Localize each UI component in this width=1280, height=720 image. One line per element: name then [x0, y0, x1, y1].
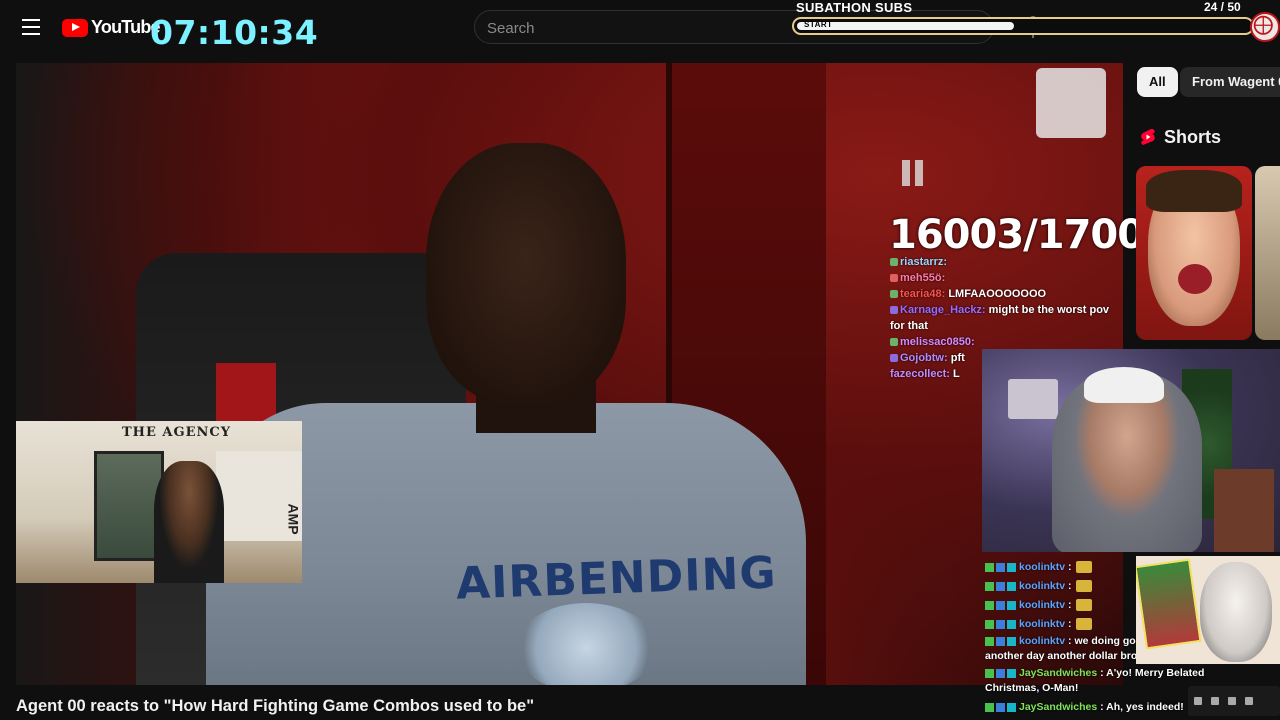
- emote-icon: [1075, 561, 1092, 574]
- chat-username: fazecollect:: [890, 368, 950, 380]
- webcam-right-cabinet: [1214, 469, 1274, 552]
- chat-separator: :: [1068, 580, 1072, 592]
- chat-separator: :: [1068, 599, 1072, 611]
- chat-line: tearia48: LMFAAOOOOOOO: [890, 286, 1122, 302]
- short-card[interactable]: [1255, 166, 1280, 340]
- chat-badge-icon: [985, 600, 994, 610]
- chat-username: tearia48:: [900, 288, 946, 300]
- short-thumbnail-hair: [1146, 170, 1242, 212]
- chat-badge-icon: [996, 702, 1005, 712]
- chat-badge-icon: [985, 636, 994, 646]
- chat-username: JaySandwiches: [1019, 667, 1098, 679]
- chat-badge-icon: [1007, 581, 1016, 591]
- chat-message: L: [952, 368, 960, 380]
- chat-badge-icon: [1007, 668, 1016, 678]
- chat-line: riastarrz:: [890, 254, 1122, 270]
- mini-player-controls[interactable]: [1188, 686, 1280, 716]
- chat-badge-icon: [1007, 619, 1016, 629]
- shirt-logo: [516, 603, 656, 685]
- short-card[interactable]: [1136, 166, 1252, 340]
- chat-username: Gojobtw:: [900, 352, 948, 364]
- chat-badge-icon: [890, 258, 898, 267]
- chat-line: meh55ö:: [890, 270, 1122, 286]
- subathon-progress-bar: START: [792, 17, 1254, 35]
- chat-badge-icon: [996, 562, 1005, 572]
- webcam-left: THE AGENCY AMP: [16, 421, 302, 583]
- chat-username: melissac0850:: [900, 336, 975, 348]
- shorts-icon: [1141, 129, 1155, 145]
- subathon-title: SUBATHON SUBS: [796, 0, 913, 15]
- chat-badge-icon: [1007, 702, 1016, 712]
- chat-badge-icon: [985, 562, 994, 572]
- chat-separator: :: [1068, 561, 1072, 573]
- chat-line: Karnage_Hackz: might be the worst pov fo…: [890, 302, 1122, 334]
- avatar[interactable]: [1250, 12, 1280, 42]
- webcam-right-air-conditioner: [1008, 379, 1058, 419]
- goal-counter: 16003/17000: [889, 212, 1172, 258]
- chat-separator: :: [1100, 667, 1104, 679]
- hamburger-menu-icon[interactable]: [22, 19, 40, 35]
- chat-badge-icon: [890, 354, 898, 363]
- overlay-artwork-face: [1200, 562, 1272, 662]
- webcam-left-amp-text: AMP: [285, 503, 302, 535]
- chat-badge-icon: [996, 581, 1005, 591]
- chat-badge-icon: [985, 619, 994, 629]
- emote-icon: [1075, 618, 1092, 631]
- short-thumbnail-mouth: [1178, 264, 1212, 294]
- overlay-artwork: [1136, 556, 1280, 664]
- chat-message: LMFAAOOOOOOO: [948, 288, 1047, 300]
- chat-username: koolinktv: [1019, 618, 1066, 630]
- chat-username: koolinktv: [1019, 635, 1066, 647]
- chat-message: pft: [950, 352, 965, 364]
- chat-badge-icon: [890, 338, 898, 347]
- chat-username: meh55ö:: [900, 272, 946, 284]
- chat-separator: :: [1068, 618, 1072, 630]
- chat-badge-icon: [890, 274, 898, 283]
- chat-badge-icon: [1007, 600, 1016, 610]
- video-window-light: [1036, 68, 1106, 138]
- youtube-logo[interactable]: YouTube: [62, 17, 161, 38]
- shorts-title: Shorts: [1164, 127, 1222, 147]
- chat-badge-icon: [996, 619, 1005, 629]
- chat-username: koolinktv: [1019, 599, 1066, 611]
- chat-username: JaySandwiches: [1019, 701, 1098, 713]
- chat-username: koolinktv: [1019, 580, 1066, 592]
- chat-badge-icon: [996, 668, 1005, 678]
- webcam-right: [982, 349, 1280, 552]
- emote-icon: [1075, 599, 1092, 612]
- person-head: [426, 143, 626, 403]
- chip-all[interactable]: All: [1137, 67, 1178, 97]
- chat-message: Ah, yes indeed!: [1106, 701, 1184, 713]
- webcam-right-cap: [1084, 367, 1164, 403]
- chat-badge-icon: [985, 668, 994, 678]
- chat-username: riastarrz:: [900, 256, 948, 268]
- youtube-play-icon: [62, 18, 88, 37]
- video-title: Agent 00 reacts to "How Hard Fighting Ga…: [16, 697, 535, 715]
- subathon-start-label: START: [804, 20, 833, 29]
- overlay-artwork-card: [1136, 558, 1202, 650]
- chat-badge-icon: [996, 600, 1005, 610]
- chat-badge-icon: [1007, 562, 1016, 572]
- chat-username: Karnage_Hackz:: [900, 304, 986, 316]
- pause-icon[interactable]: [902, 160, 930, 188]
- chat-badge-icon: [996, 636, 1005, 646]
- chat-badge-icon: [985, 702, 994, 712]
- chat-separator: :: [1100, 701, 1104, 713]
- subathon-timer: 07:10:34: [150, 13, 319, 52]
- chat-badge-icon: [890, 306, 898, 315]
- chat-badge-icon: [890, 290, 898, 299]
- subathon-count: 24 / 50: [1204, 0, 1241, 14]
- chat-badge-icon: [1007, 636, 1016, 646]
- chat-username: koolinktv: [1019, 561, 1066, 573]
- chat-line: melissac0850:: [890, 334, 1122, 350]
- webcam-left-sign: THE AGENCY: [122, 425, 231, 440]
- channel-logo-icon: [1253, 15, 1273, 35]
- webcam-left-person: [154, 461, 224, 583]
- chat-badge-icon: [985, 581, 994, 591]
- emote-icon: [1075, 580, 1092, 593]
- chat-separator: :: [1068, 635, 1072, 647]
- chip-from-channel[interactable]: From Wagent 00: [1180, 67, 1280, 97]
